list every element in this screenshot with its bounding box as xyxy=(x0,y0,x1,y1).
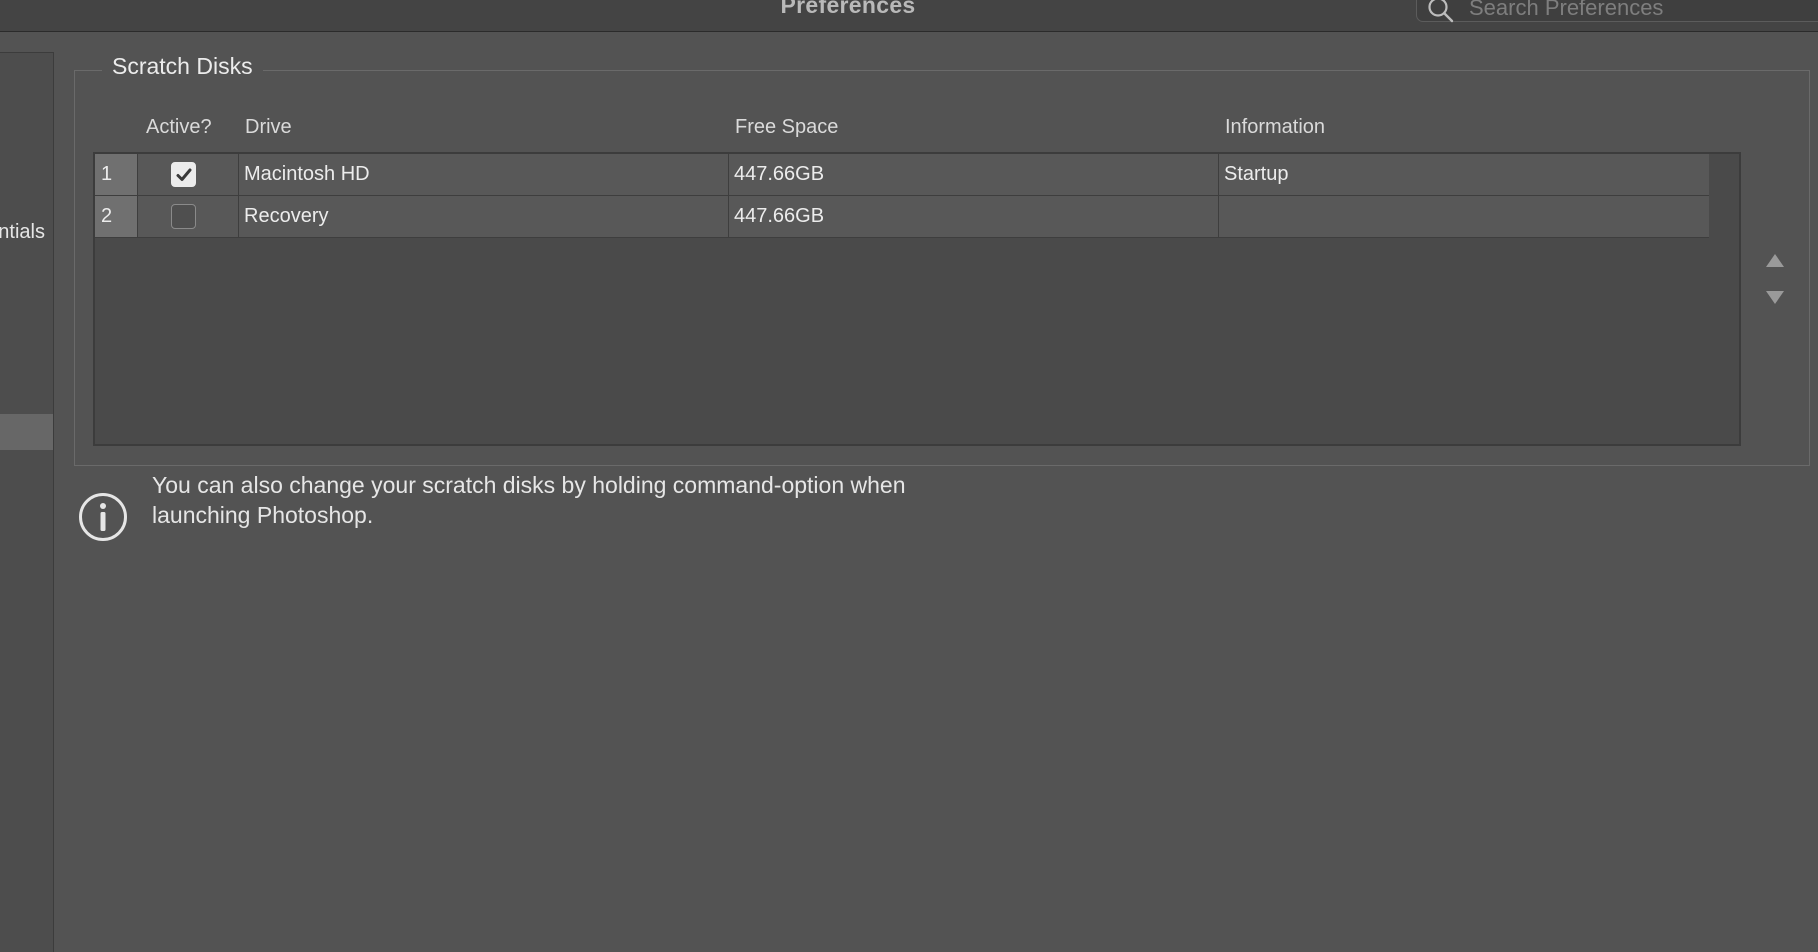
info-message-line: You can also change your scratch disks b… xyxy=(152,472,906,498)
active-cell xyxy=(138,196,239,237)
free-space-cell: 447.66GB xyxy=(729,154,1219,195)
active-checkbox[interactable] xyxy=(171,204,196,229)
info-message: You can also change your scratch disks b… xyxy=(152,470,1052,530)
information-cell: Startup xyxy=(1224,163,1289,185)
sidebar-item-label[interactable]: ntials xyxy=(0,221,45,244)
active-cell xyxy=(138,154,239,195)
info-message-line: launching Photoshop. xyxy=(152,502,374,528)
info-icon xyxy=(78,492,128,542)
column-header-drive: Drive xyxy=(245,116,292,138)
search-box[interactable] xyxy=(1416,0,1818,23)
checkmark-icon xyxy=(176,168,192,181)
move-down-button[interactable] xyxy=(1764,286,1786,308)
triangle-down-icon xyxy=(1766,291,1784,304)
scratch-disks-table: 1 Macintosh HD 447.66GB Startup 2 Recove… xyxy=(93,152,1741,446)
information-cell xyxy=(1219,196,1709,237)
group-title: Scratch Disks xyxy=(102,53,263,80)
row-number: 2 xyxy=(95,196,138,237)
move-up-button[interactable] xyxy=(1764,250,1786,272)
table-row[interactable]: 2 Recovery 447.66GB xyxy=(95,196,1709,238)
active-checkbox[interactable] xyxy=(171,162,196,187)
row-number: 1 xyxy=(95,154,138,195)
column-header-information: Information xyxy=(1225,116,1326,138)
column-header-active: Active? xyxy=(146,116,212,138)
window-titlebar: Preferences xyxy=(0,0,1818,32)
sidebar-item-selected[interactable] xyxy=(0,414,53,450)
preferences-sidebar: ntials xyxy=(0,52,54,952)
search-icon xyxy=(1427,0,1455,23)
drive-cell: Macintosh HD xyxy=(239,154,729,195)
table-row[interactable]: 1 Macintosh HD 447.66GB Startup xyxy=(95,154,1709,196)
search-input[interactable] xyxy=(1469,0,1809,21)
drive-cell: Recovery xyxy=(239,196,729,237)
free-space-cell: 447.66GB xyxy=(729,196,1219,237)
triangle-up-icon xyxy=(1766,254,1784,267)
column-header-free-space: Free Space xyxy=(735,116,839,138)
